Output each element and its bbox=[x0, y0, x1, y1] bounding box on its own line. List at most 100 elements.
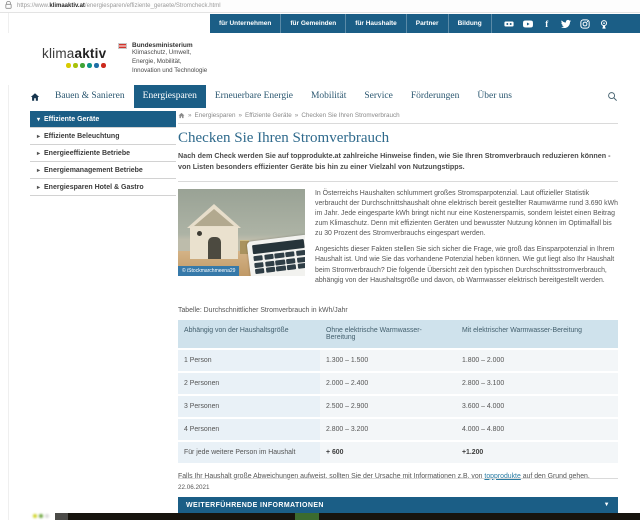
table-cell: 2.500 – 2.900 bbox=[320, 395, 456, 417]
breadcrumb-separator: » bbox=[238, 112, 242, 119]
table-row: 4 Personen 2.800 – 3.200 4.000 – 4.800 bbox=[178, 418, 618, 440]
ministry-line: Energie, Mobilität, bbox=[132, 57, 182, 65]
breadcrumb: » Energiesparen » Effiziente Geräte » Ch… bbox=[178, 112, 618, 124]
photo-credit: © iStockmarchmeena29 bbox=[178, 265, 240, 276]
table-cell: 2.000 – 2.400 bbox=[320, 372, 456, 394]
chevron-down-icon: ▼ bbox=[603, 502, 610, 508]
sidebar-item-effiziente-beleuchtung[interactable]: ▸ Effiziente Beleuchtung bbox=[30, 128, 176, 145]
sidebar-item-energieeffiziente-betriebe[interactable]: ▸ Energieeffiziente Betriebe bbox=[30, 145, 176, 162]
table-cell: 4 Personen bbox=[178, 418, 320, 440]
topbar-item-bildung[interactable]: Bildung bbox=[449, 14, 492, 33]
sidebar-item-effiziente-geraete[interactable]: ▾ Effiziente Geräte bbox=[30, 111, 176, 128]
topbar-item-gemeinden[interactable]: für Gemeinden bbox=[281, 14, 347, 33]
sidebar-item-label: Energieeffiziente Betriebe bbox=[44, 149, 130, 157]
breadcrumb-item-energiesparen[interactable]: Energiesparen bbox=[195, 112, 236, 119]
youtube-icon[interactable] bbox=[522, 19, 533, 29]
flickr-icon[interactable] bbox=[504, 19, 514, 29]
accordion-label: WEITERFÜHRENDE INFORMATIONEN bbox=[186, 501, 324, 509]
social-icons: f bbox=[494, 14, 619, 33]
table-header-cell: Mit elektrischer Warmwasser-Bereitung bbox=[456, 319, 618, 348]
chevron-right-icon: ▸ bbox=[37, 184, 41, 191]
window-edge-divider bbox=[8, 13, 9, 520]
nav-item-ueber-uns[interactable]: Über uns bbox=[468, 85, 521, 108]
sidebar-item-energiesparen-hotel-gastro[interactable]: ▸ Energiesparen Hotel & Gastro bbox=[30, 179, 176, 196]
breadcrumb-item-effiziente-geraete[interactable]: Effiziente Geräte bbox=[245, 112, 292, 119]
facebook-icon[interactable]: f bbox=[542, 19, 552, 29]
table-row: 3 Personen 2.500 – 2.900 3.600 – 4.000 bbox=[178, 395, 618, 417]
table-cell: 3 Personen bbox=[178, 395, 320, 417]
photo-calculator bbox=[246, 233, 305, 276]
chevron-right-icon: ▸ bbox=[37, 167, 41, 174]
klimaaktiv-logo[interactable]: klimaaktiv bbox=[42, 46, 106, 68]
footer-logo-cutoff bbox=[33, 514, 49, 518]
nav-item-foerderungen[interactable]: Förderungen bbox=[402, 85, 469, 108]
table-cell: +1.200 bbox=[456, 441, 618, 463]
table-header-cell: Abhängig von der Haushaltsgröße bbox=[178, 319, 320, 348]
table-cell: 1.800 – 2.000 bbox=[456, 349, 618, 371]
table-row: Für jede weitere Person im Haushalt + 60… bbox=[178, 441, 618, 463]
url-text: https://www.klimaaktiv.at/energiesparen/… bbox=[17, 3, 221, 9]
sidebar-item-label: Effiziente Beleuchtung bbox=[44, 132, 120, 140]
table-cell: Für jede weitere Person im Haushalt bbox=[178, 441, 320, 463]
chevron-down-icon: ▾ bbox=[37, 116, 41, 123]
paragraph: In Österreichs Haushalten schlummert gro… bbox=[315, 189, 618, 238]
twitter-icon[interactable] bbox=[560, 19, 571, 29]
ministry-line: Klimaschutz, Umwelt, bbox=[132, 49, 192, 56]
topbar-item-partner[interactable]: Partner bbox=[407, 14, 449, 33]
table-caption: Tabelle: Durchschnittlicher Stromverbrau… bbox=[178, 306, 348, 314]
intro-text: Nach dem Check werden Sie auf topprodukt… bbox=[178, 151, 618, 182]
lock-icon bbox=[5, 0, 12, 11]
table-cell: 2.800 – 3.100 bbox=[456, 372, 618, 394]
main-navigation: Bauen & Sanieren Energiesparen Erneuerba… bbox=[30, 85, 618, 108]
table-header-row: Abhängig von der Haushaltsgröße Ohne ele… bbox=[178, 319, 618, 348]
paragraph: Angesichts dieser Fakten stellen Sie sic… bbox=[315, 246, 615, 284]
table-cell: 1.300 – 1.500 bbox=[320, 349, 456, 371]
nav-item-energiesparen[interactable]: Energiesparen bbox=[133, 85, 206, 108]
table-cell: 3.600 – 4.000 bbox=[456, 395, 618, 417]
table-header-cell: Ohne elektrische Warmwasser-Bereitung bbox=[320, 319, 456, 348]
consumption-table: Abhängig von der Haushaltsgröße Ohne ele… bbox=[178, 319, 618, 463]
table-cell: 2 Personen bbox=[178, 372, 320, 394]
nav-item-service[interactable]: Service bbox=[355, 85, 402, 108]
logo-wordmark: klimaaktiv bbox=[42, 46, 107, 61]
site-header: klimaaktiv Bundesministerium Klimaschutz… bbox=[0, 33, 640, 85]
breadcrumb-separator: » bbox=[188, 112, 192, 119]
sidebar-item-energiemanagement-betriebe[interactable]: ▸ Energiemanagement Betriebe bbox=[30, 162, 176, 179]
table-row: 2 Personen 2.000 – 2.400 2.800 – 3.100 bbox=[178, 372, 618, 394]
sidebar-navigation: ▾ Effiziente Geräte ▸ Effiziente Beleuch… bbox=[30, 111, 176, 196]
table-cell: 4.000 – 4.800 bbox=[456, 418, 618, 440]
home-icon bbox=[178, 112, 185, 119]
logo-dots bbox=[66, 63, 106, 68]
table-cell: + 600 bbox=[320, 441, 456, 463]
ministry-title: Bundesministerium bbox=[132, 42, 193, 49]
service-navigation-bar: für Unternehmen für Gemeinden für Hausha… bbox=[210, 14, 640, 33]
home-icon[interactable] bbox=[30, 92, 40, 102]
weiterfuehrende-informationen-accordion[interactable]: WEITERFÜHRENDE INFORMATIONEN ▼ bbox=[178, 497, 618, 513]
main-content: » Energiesparen » Effiziente Geräte » Ch… bbox=[178, 112, 618, 480]
sidebar-item-label: Energiesparen Hotel & Gastro bbox=[44, 183, 144, 191]
instagram-icon[interactable] bbox=[580, 18, 590, 29]
nav-item-erneuerbare-energie[interactable]: Erneuerbare Energie bbox=[206, 85, 302, 108]
search-icon[interactable] bbox=[607, 91, 618, 102]
topbar-item-haushalte[interactable]: für Haushalte bbox=[346, 14, 407, 33]
article-footer: 22.06.2021 WEITERFÜHRENDE INFORMATIONEN … bbox=[178, 478, 618, 513]
footer-image-strip bbox=[55, 513, 640, 520]
podcast-icon[interactable] bbox=[599, 19, 609, 29]
sidebar-item-label: Energiemanagement Betriebe bbox=[44, 166, 143, 174]
page-title: Checken Sie Ihren Stromverbrauch bbox=[178, 130, 390, 146]
sidebar-item-label: Effiziente Geräte bbox=[44, 115, 100, 123]
divider bbox=[178, 478, 618, 479]
breadcrumb-item-current: Checken Sie Ihren Stromverbrauch bbox=[301, 112, 400, 119]
ministry-line: Innovation und Technologie bbox=[132, 66, 208, 74]
table-cell: 1 Person bbox=[178, 349, 320, 371]
table-row: 1 Person 1.300 – 1.500 1.800 – 2.000 bbox=[178, 349, 618, 371]
nav-item-mobilitaet[interactable]: Mobilität bbox=[302, 85, 355, 108]
article-photo-house-calculator: © iStockmarchmeena29 bbox=[178, 188, 305, 276]
publish-date: 22.06.2021 bbox=[178, 484, 210, 491]
chevron-right-icon: ▸ bbox=[37, 133, 41, 140]
topbar-item-unternehmen[interactable]: für Unternehmen bbox=[210, 14, 282, 33]
austria-flag-icon bbox=[118, 43, 127, 49]
browser-url-bar[interactable]: https://www.klimaaktiv.at/energiesparen/… bbox=[0, 0, 640, 13]
article-body: In Österreichs Haushalten schlummert gro… bbox=[315, 189, 618, 286]
nav-item-bauen-sanieren[interactable]: Bauen & Sanieren bbox=[46, 85, 134, 108]
